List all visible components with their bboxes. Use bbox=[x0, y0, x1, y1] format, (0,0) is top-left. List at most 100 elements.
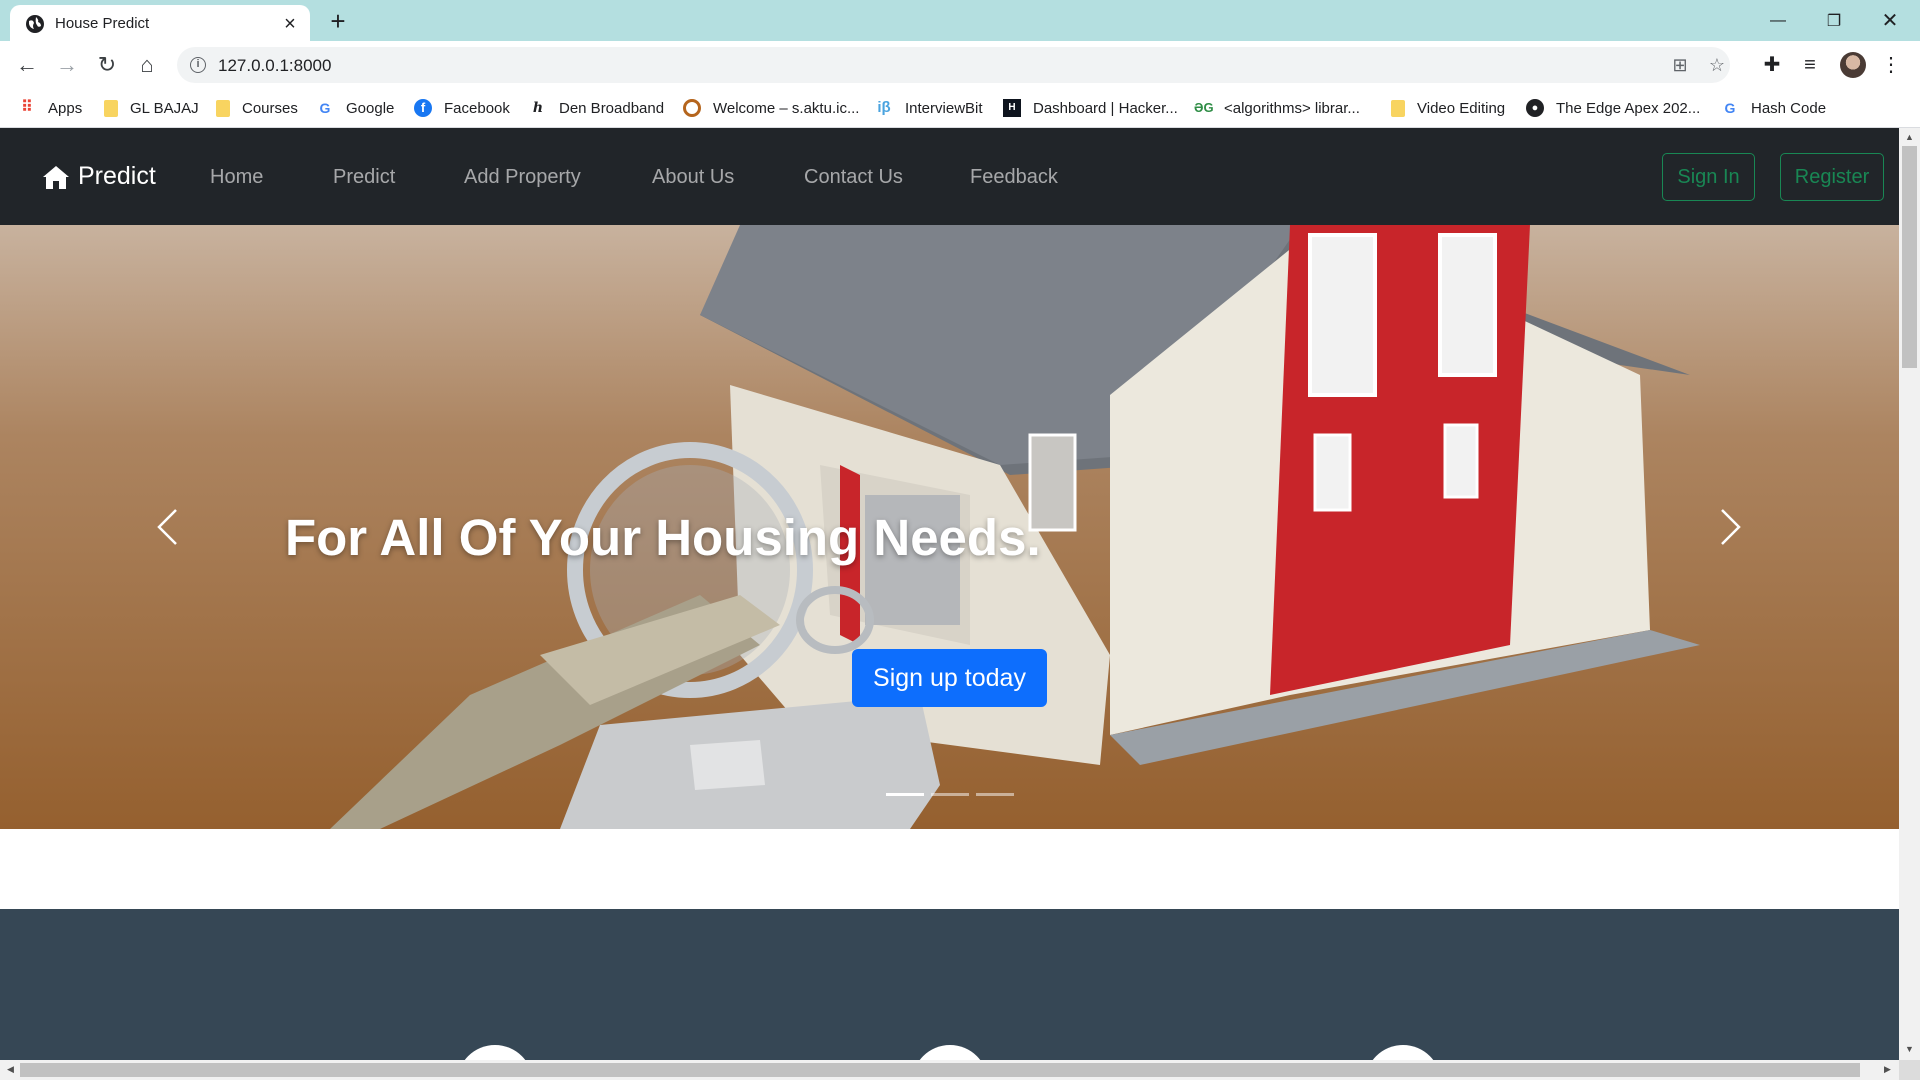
bookmark-edge-apex[interactable]: ● The Edge Apex 202... bbox=[1526, 98, 1700, 118]
globe-icon: ● bbox=[1526, 99, 1544, 117]
scroll-down-icon[interactable]: ▼ bbox=[1904, 1044, 1915, 1055]
bookmark-hash-code[interactable]: G Hash Code bbox=[1721, 98, 1827, 118]
bookmark-label: Video Editing bbox=[1417, 99, 1506, 117]
apps-grid-icon: ⠿ bbox=[21, 99, 33, 116]
back-icon[interactable]: ← bbox=[13, 51, 41, 79]
carousel-indicator-3[interactable] bbox=[976, 793, 1014, 796]
features-section bbox=[0, 909, 1899, 1060]
bookmark-label: Facebook bbox=[444, 99, 510, 117]
scrollbar-corner bbox=[1899, 1060, 1920, 1080]
section-spacer bbox=[0, 829, 1899, 909]
page-content: Predict Home Predict Add Property About … bbox=[0, 128, 1899, 1060]
bookmark-gl-bajaj[interactable]: GL BAJAJ bbox=[102, 98, 199, 118]
google-icon: G bbox=[319, 100, 331, 116]
house-icon bbox=[43, 165, 69, 189]
reload-icon[interactable]: ↻ bbox=[93, 51, 121, 79]
google-icon: G bbox=[1724, 100, 1736, 116]
close-tab-icon[interactable]: × bbox=[280, 14, 300, 34]
vertical-scrollbar[interactable]: ▲ ▼ bbox=[1899, 128, 1920, 1060]
horizontal-scrollbar[interactable]: ◀ ▶ bbox=[0, 1060, 1899, 1080]
close-window-icon[interactable]: ✕ bbox=[1862, 0, 1918, 41]
vertical-scroll-thumb[interactable] bbox=[1902, 146, 1917, 368]
hero-heading: For All Of Your Housing Needs. bbox=[285, 509, 1041, 566]
bookmark-hackerrank[interactable]: H Dashboard | Hacker... bbox=[1003, 98, 1178, 118]
chevron-right-icon bbox=[1721, 509, 1741, 545]
chevron-left-icon bbox=[157, 509, 177, 545]
browser-title-bar: House Predict × + — ❐ ✕ bbox=[0, 0, 1920, 41]
site-info-icon[interactable]: i bbox=[190, 57, 206, 73]
bookmarks-bar: ⠿ Apps GL BAJAJ Courses G Google f Faceb… bbox=[0, 88, 1920, 128]
forward-icon[interactable]: → bbox=[53, 51, 81, 79]
bookmark-label: <algorithms> librar... bbox=[1224, 99, 1360, 117]
carousel-next-button[interactable] bbox=[1701, 487, 1761, 567]
address-bar[interactable]: i 127.0.0.1:8000 ⊞ ☆ bbox=[177, 47, 1730, 83]
site-navbar: Predict Home Predict Add Property About … bbox=[0, 128, 1899, 225]
bookmark-label: The Edge Apex 202... bbox=[1556, 99, 1701, 117]
new-tab-icon[interactable]: + bbox=[325, 8, 351, 34]
bookmark-apps[interactable]: ⠿ Apps bbox=[18, 98, 82, 118]
bookmark-label: Den Broadband bbox=[559, 99, 665, 117]
bookmark-label: Google bbox=[346, 99, 395, 117]
tab-title: House Predict bbox=[55, 15, 150, 32]
register-button[interactable]: Register bbox=[1780, 153, 1884, 201]
nav-contact-us[interactable]: Contact Us bbox=[804, 166, 903, 189]
brand-link[interactable]: Predict bbox=[42, 162, 156, 191]
bookmark-aktu[interactable]: Welcome – s.aktu.ic... bbox=[683, 98, 859, 118]
bookmark-courses[interactable]: Courses bbox=[214, 98, 298, 118]
facebook-icon: f bbox=[414, 99, 432, 117]
folder-icon bbox=[104, 99, 118, 117]
gfg-icon: ƏG bbox=[1194, 100, 1214, 115]
carousel-indicator-1[interactable] bbox=[886, 793, 924, 796]
folder-icon bbox=[1391, 99, 1405, 117]
scroll-right-icon[interactable]: ▶ bbox=[1882, 1064, 1893, 1075]
bookmark-label: Dashboard | Hacker... bbox=[1033, 99, 1178, 117]
brand-text: Predict bbox=[78, 162, 156, 190]
horizontal-scroll-thumb[interactable] bbox=[20, 1063, 1860, 1077]
hero-carousel: For All Of Your Housing Needs. Sign up t… bbox=[0, 225, 1899, 829]
bookmark-facebook[interactable]: f Facebook bbox=[414, 98, 510, 118]
carousel-prev-button[interactable] bbox=[137, 487, 197, 567]
browser-toolbar: ← → ↻ ⌂ i 127.0.0.1:8000 ⊞ ☆ ✚ ≡ ⋮ bbox=[0, 41, 1920, 88]
translate-icon[interactable]: ⊞ bbox=[1670, 55, 1690, 75]
media-control-icon[interactable]: ≡ bbox=[1798, 53, 1822, 77]
folder-icon bbox=[216, 99, 230, 117]
bookmark-google[interactable]: G Google bbox=[316, 98, 395, 118]
hs-icon: h bbox=[532, 100, 544, 116]
extensions-icon[interactable]: ✚ bbox=[1760, 53, 1784, 77]
feature-icon-1 bbox=[457, 1045, 533, 1060]
url-text: 127.0.0.1:8000 bbox=[218, 56, 332, 75]
bookmark-star-icon[interactable]: ☆ bbox=[1707, 55, 1727, 75]
bookmark-algorithms[interactable]: ƏG <algorithms> librar... bbox=[1194, 98, 1360, 118]
home-icon[interactable]: ⌂ bbox=[133, 51, 161, 79]
minimize-icon[interactable]: — bbox=[1750, 0, 1806, 41]
nav-feedback[interactable]: Feedback bbox=[970, 166, 1058, 189]
nav-add-property[interactable]: Add Property bbox=[464, 166, 581, 189]
nav-home[interactable]: Home bbox=[210, 166, 263, 189]
bookmark-label: InterviewBit bbox=[905, 99, 983, 117]
nav-predict[interactable]: Predict bbox=[333, 166, 395, 189]
globe-favicon-icon bbox=[26, 15, 44, 33]
profile-avatar[interactable] bbox=[1840, 52, 1866, 78]
sign-in-button[interactable]: Sign In bbox=[1662, 153, 1755, 201]
scroll-up-icon[interactable]: ▲ bbox=[1904, 132, 1915, 143]
bookmark-interviewbit[interactable]: iβ InterviewBit bbox=[875, 98, 983, 118]
restore-icon[interactable]: ❐ bbox=[1806, 0, 1862, 41]
bookmark-label: Apps bbox=[48, 99, 83, 117]
bookmark-label: GL BAJAJ bbox=[130, 99, 199, 117]
feature-icon-2 bbox=[912, 1045, 988, 1060]
scroll-left-icon[interactable]: ◀ bbox=[5, 1064, 16, 1075]
hackerrank-icon: H bbox=[1003, 99, 1021, 117]
feature-icon-3 bbox=[1365, 1045, 1441, 1060]
aktu-icon bbox=[683, 99, 701, 117]
bookmark-label: Courses bbox=[242, 99, 298, 117]
menu-icon[interactable]: ⋮ bbox=[1879, 53, 1903, 77]
bookmark-den-broadband[interactable]: h Den Broadband bbox=[529, 98, 664, 118]
bookmark-label: Hash Code bbox=[1751, 99, 1827, 117]
nav-about-us[interactable]: About Us bbox=[652, 166, 734, 189]
interviewbit-icon: iβ bbox=[877, 99, 891, 116]
bookmark-label: Welcome – s.aktu.ic... bbox=[713, 99, 860, 117]
bookmark-video-editing[interactable]: Video Editing bbox=[1389, 98, 1505, 118]
browser-tab[interactable]: House Predict × bbox=[10, 5, 310, 41]
carousel-indicator-2[interactable] bbox=[931, 793, 969, 796]
sign-up-today-button[interactable]: Sign up today bbox=[852, 649, 1047, 707]
